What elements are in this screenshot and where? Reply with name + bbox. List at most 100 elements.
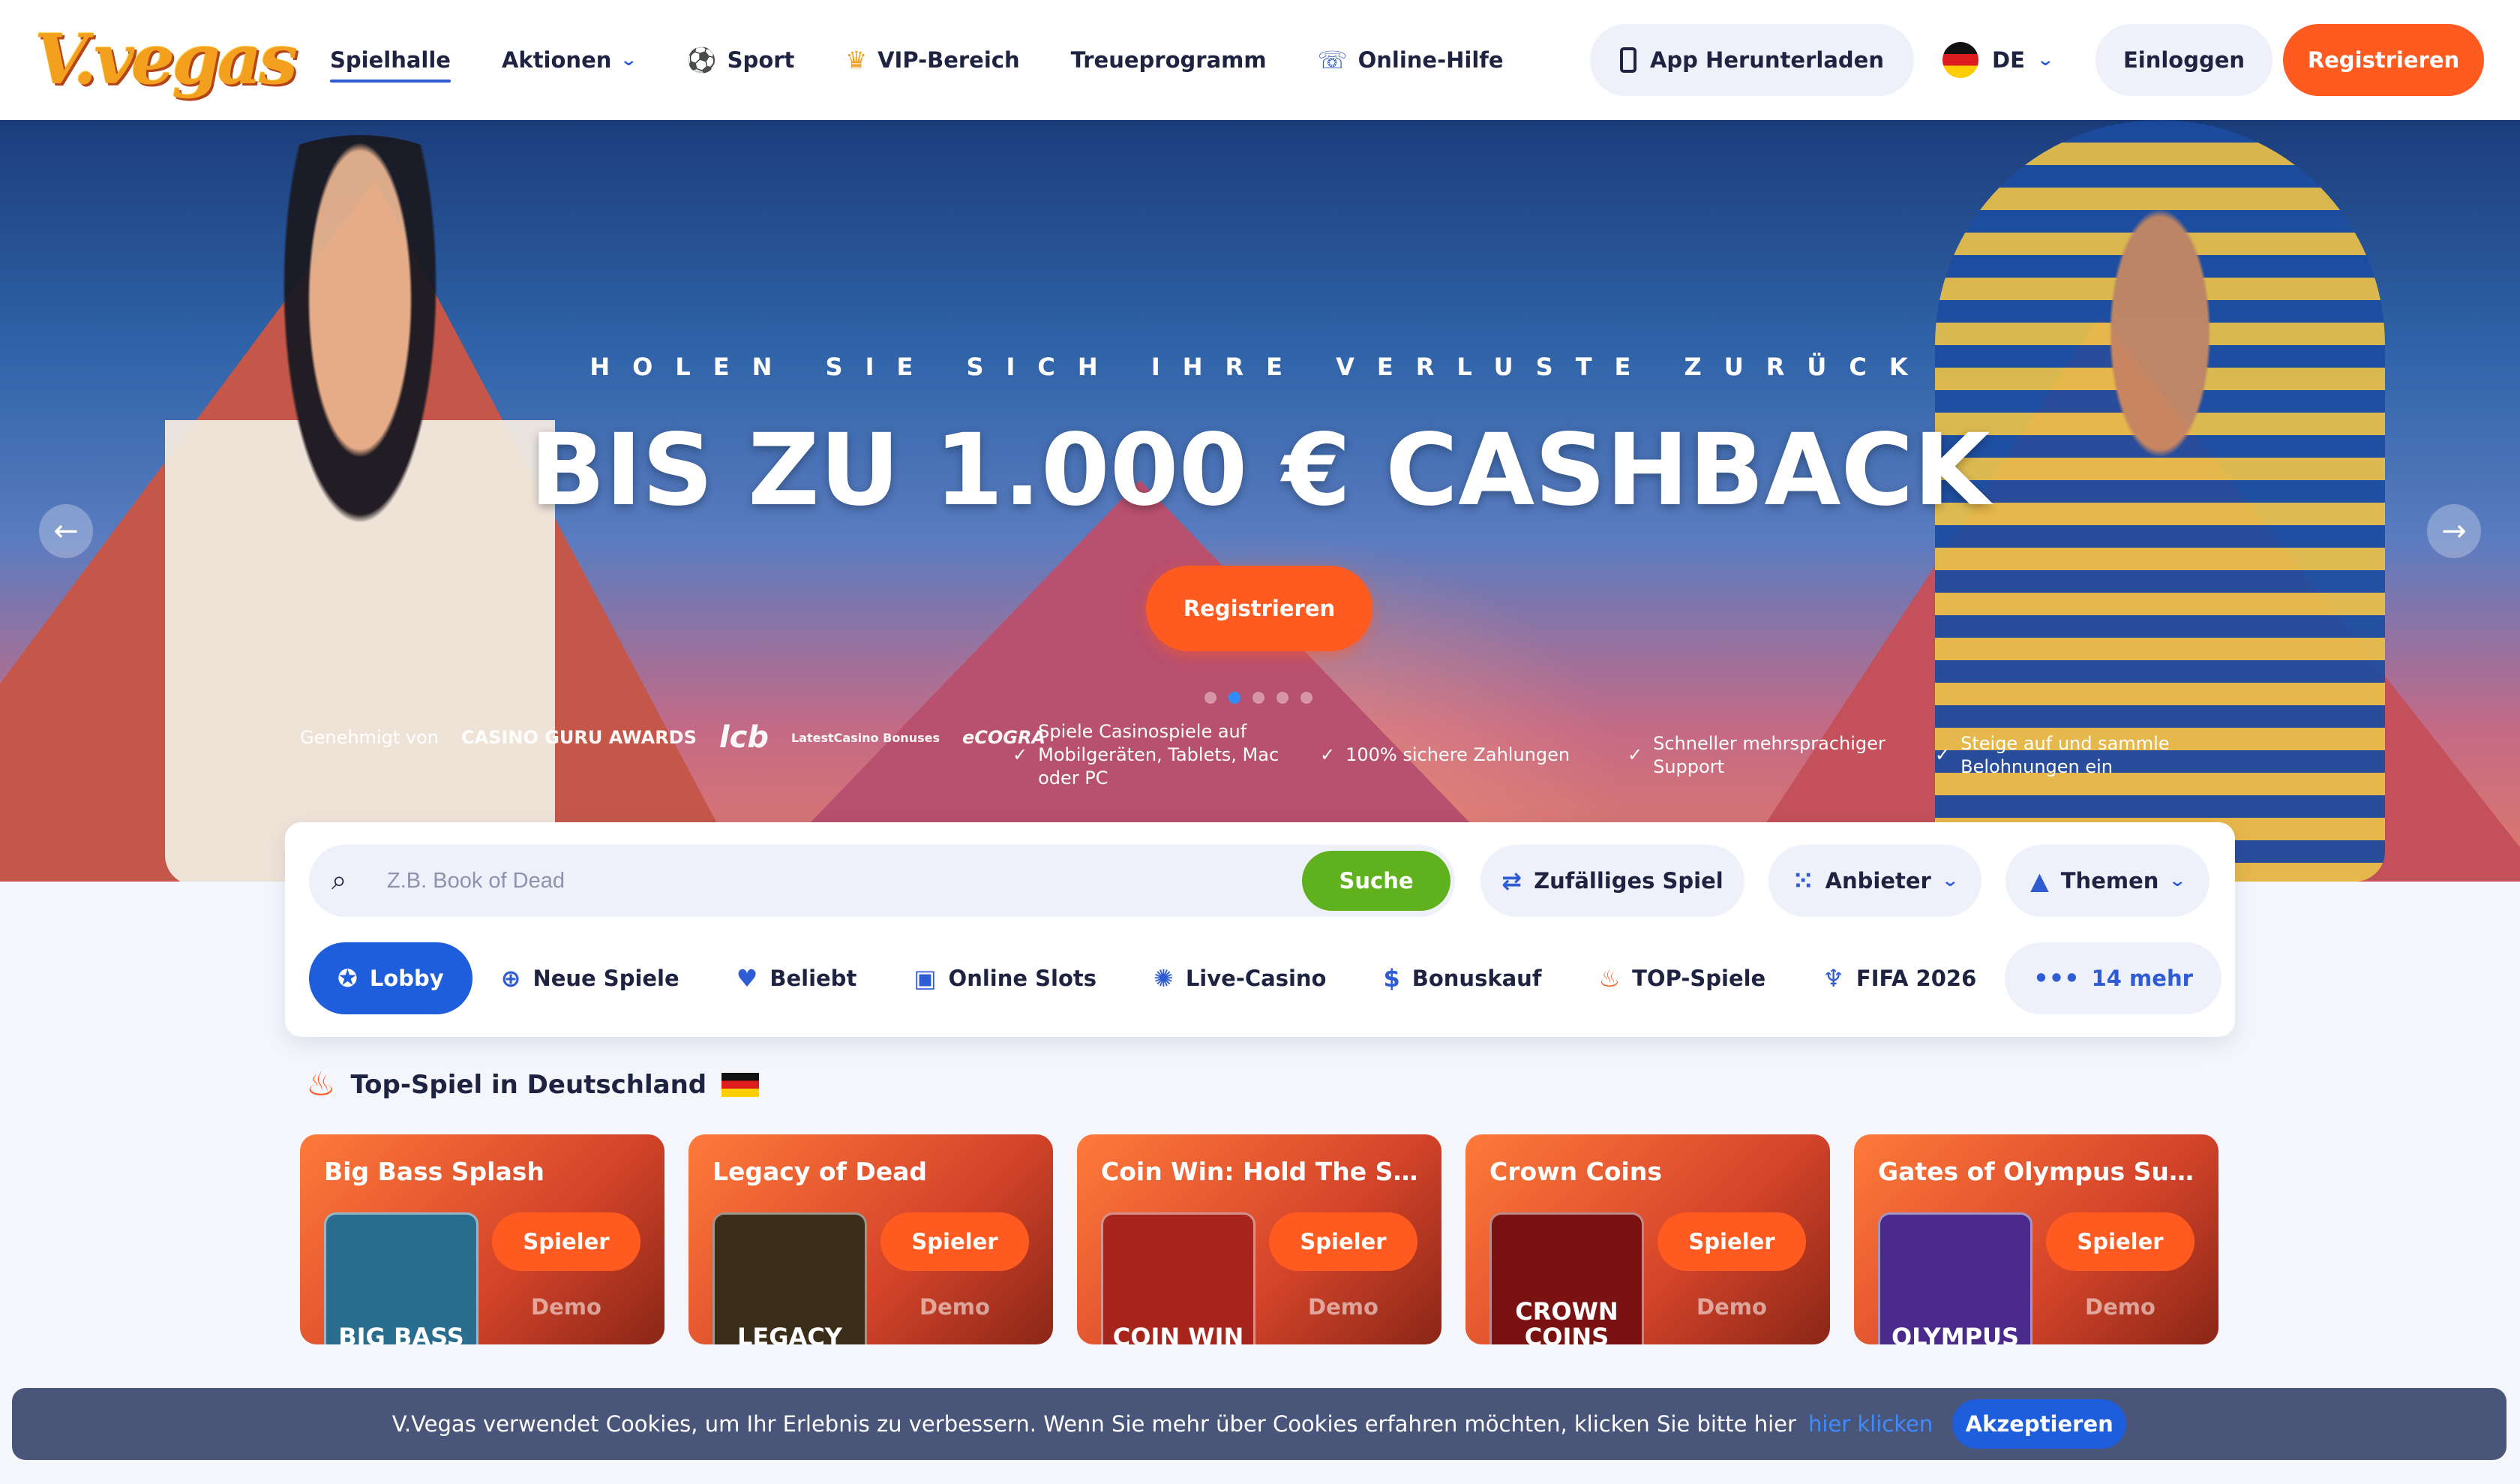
carousel-dot[interactable] <box>1252 692 1264 704</box>
search-button[interactable]: Suche <box>1302 851 1450 911</box>
tab-neue-spiele[interactable]: ⊕ Neue Spiele <box>472 942 708 1014</box>
themes-dropdown[interactable]: ▲ Themen ⌄ <box>2006 845 2210 917</box>
germany-flag-icon <box>722 1072 760 1097</box>
cookie-info-link[interactable]: hier klicken <box>1808 1411 1933 1437</box>
demo-button[interactable]: Demo <box>2046 1284 2194 1329</box>
play-button[interactable]: Spieler <box>2046 1212 2194 1271</box>
feature-text: 100% sichere Zahlungen <box>1346 744 1570 765</box>
carousel-dot[interactable] <box>1204 692 1216 704</box>
chevron-down-icon: ⌄ <box>2036 50 2055 70</box>
cookie-banner: V.Vegas verwendet Cookies, um Ihr Erlebn… <box>12 1388 2506 1460</box>
flame-icon: ♨ <box>1598 964 1621 993</box>
search-bar: ⌕ Suche <box>309 845 1455 917</box>
register-button[interactable]: Registrieren <box>2283 24 2484 96</box>
app-download-label: App Herunterladen <box>1649 47 1884 73</box>
app-download-button[interactable]: App Herunterladen <box>1590 24 1914 96</box>
tab-label: Live-Casino <box>1185 966 1327 991</box>
trust-label: Genehmigt von <box>300 727 439 748</box>
tab-beliebt[interactable]: ♥ Beliebt <box>708 942 886 1014</box>
demo-button[interactable]: Demo <box>1658 1284 1806 1329</box>
search-input[interactable] <box>387 868 1287 894</box>
tab-more[interactable]: ••• 14 mehr <box>2005 942 2222 1014</box>
game-thumbnail[interactable]: BIG BASS <box>324 1212 478 1344</box>
carousel-dot[interactable] <box>1276 692 1288 704</box>
language-selector[interactable]: DE ⌄ <box>1942 24 2070 96</box>
nav-aktionen-label: Aktionen <box>501 47 612 73</box>
tab-live-casino[interactable]: ✺ Live-Casino <box>1125 942 1354 1014</box>
game-search-panel: ⌕ Suche ⇄ Zufälliges Spiel ⁙ Anbieter ⌄ … <box>285 822 2235 1037</box>
nav-aktionen[interactable]: Aktionen ⌄ <box>501 0 638 120</box>
game-thumbnail[interactable]: CROWN COINS <box>1490 1212 1644 1344</box>
demo-button[interactable]: Demo <box>880 1284 1029 1329</box>
category-tabs: ✪ Lobby ⊕ Neue Spiele ♥ Beliebt ▣ Online… <box>309 942 2222 1014</box>
nav-sport[interactable]: ⚽ Sport <box>687 0 795 120</box>
check-icon: ✓ <box>1935 744 1951 765</box>
feature-item: ✓ Spiele Casinospiele auf Mobilgeräten, … <box>1012 720 1290 790</box>
tab-label: 14 mehr <box>2091 966 2193 991</box>
demo-button[interactable]: Demo <box>492 1284 640 1329</box>
heart-icon: ♥ <box>736 964 758 993</box>
site-header: V.vegas Spielhalle Aktionen ⌄ ⚽ Sport ♛ … <box>0 0 2520 120</box>
tab-online-slots[interactable]: ▣ Online Slots <box>885 942 1125 1014</box>
top-games-title: Top-Spiel in Deutschland <box>350 1069 707 1100</box>
feature-item: ✓ Schneller mehrsprachiger Support <box>1628 720 1905 790</box>
headset-icon: ☏ <box>1317 46 1348 74</box>
play-button[interactable]: Spieler <box>1658 1212 1806 1271</box>
medal-icon: ✪ <box>338 964 358 993</box>
feature-text: Spiele Casinospiele auf Mobilgeräten, Ta… <box>1038 721 1280 789</box>
shuffle-icon: ⇄ <box>1502 867 1522 895</box>
vvegas-logo[interactable]: V.vegas <box>34 18 298 101</box>
carousel-next-button[interactable]: → <box>2427 504 2481 558</box>
more-icon: ••• <box>2033 964 2080 993</box>
pyramid-illustration <box>750 480 1530 882</box>
game-title: Crown Coins <box>1490 1157 1662 1186</box>
tab-label: Lobby <box>369 966 444 991</box>
play-button[interactable]: Spieler <box>1269 1212 1418 1271</box>
game-thumbnail[interactable]: LEGACY <box>712 1212 867 1344</box>
phone-icon <box>1619 47 1636 73</box>
top-games-row: Big Bass Splash BIG BASS Spieler Demo Le… <box>300 1134 2218 1344</box>
nav-vip[interactable]: ♛ VIP-Bereich <box>845 0 1019 120</box>
tab-lobby[interactable]: ✪ Lobby <box>309 942 472 1014</box>
hero-register-button[interactable]: Registrieren <box>1146 566 1372 651</box>
nav-spielhalle[interactable]: Spielhalle <box>330 0 451 120</box>
random-game-label: Zufälliges Spiel <box>1534 868 1724 894</box>
carousel-dot[interactable] <box>1300 692 1312 704</box>
game-thumbnail[interactable]: COIN WIN <box>1101 1212 1256 1344</box>
themes-label: Themen <box>2060 868 2159 894</box>
game-title: Big Bass Splash <box>324 1157 544 1186</box>
carousel-dot-active[interactable] <box>1228 692 1240 704</box>
game-card[interactable]: Gates of Olympus Super ... OLYMPUS Spiel… <box>1854 1134 2218 1344</box>
random-game-button[interactable]: ⇄ Zufälliges Spiel <box>1480 845 1744 917</box>
check-icon: ✓ <box>1628 744 1643 765</box>
tab-fifa-2026[interactable]: ♆ FIFA 2026 <box>1794 942 2005 1014</box>
feature-item: ✓ 100% sichere Zahlungen <box>1320 720 1598 790</box>
nav-spielhalle-label: Spielhalle <box>330 47 451 73</box>
feature-text: Steige auf und sammle Belohnungen ein <box>1960 732 2170 777</box>
cookie-text: V.Vegas verwendet Cookies, um Ihr Erlebn… <box>392 1411 1796 1437</box>
nav-vip-label: VIP-Bereich <box>878 47 1020 73</box>
tab-bonuskauf[interactable]: $ Bonuskauf <box>1354 942 1570 1014</box>
shapes-icon: ▲ <box>2030 867 2049 895</box>
tab-top-spiele[interactable]: ♨ TOP-Spiele <box>1570 942 1794 1014</box>
game-title: Coin Win: Hold The Spin <box>1101 1157 1431 1186</box>
play-button[interactable]: Spieler <box>880 1212 1029 1271</box>
trophy-icon: ♆ <box>1822 964 1844 993</box>
login-button[interactable]: Einloggen <box>2096 24 2272 96</box>
nav-online-hilfe[interactable]: ☏ Online-Hilfe <box>1318 0 1504 120</box>
hero-subtitle: HOLEN SIE SICH IHRE VERLUSTE ZURÜCK <box>590 353 1930 381</box>
accept-cookies-button[interactable]: Akzeptieren <box>1952 1399 2127 1449</box>
search-icon: ⌕ <box>332 865 347 896</box>
demo-button[interactable]: Demo <box>1269 1284 1418 1329</box>
tab-label: Beliebt <box>770 966 857 991</box>
game-thumbnail[interactable]: OLYMPUS <box>1878 1212 2032 1344</box>
play-button[interactable]: Spieler <box>492 1212 640 1271</box>
game-card[interactable]: Crown Coins CROWN COINS Spieler Demo <box>1466 1134 1830 1344</box>
providers-dropdown[interactable]: ⁙ Anbieter ⌄ <box>1768 845 1982 917</box>
game-card[interactable]: Legacy of Dead LEGACY Spieler Demo <box>688 1134 1053 1344</box>
game-card[interactable]: Coin Win: Hold The Spin COIN WIN Spieler… <box>1077 1134 1442 1344</box>
tab-label: Bonuskauf <box>1412 966 1542 991</box>
game-card[interactable]: Big Bass Splash BIG BASS Spieler Demo <box>300 1134 664 1344</box>
carousel-prev-button[interactable]: ← <box>39 504 93 558</box>
nav-treueprogramm[interactable]: Treueprogramm <box>1071 0 1267 120</box>
